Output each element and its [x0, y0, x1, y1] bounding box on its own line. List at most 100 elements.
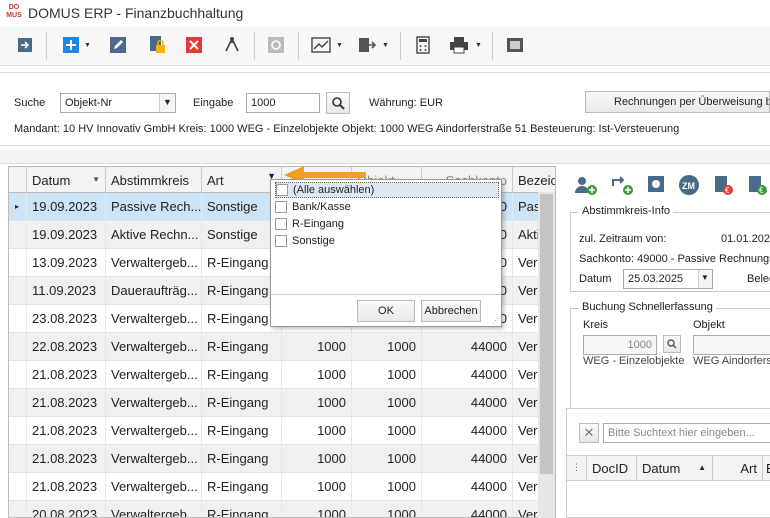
export-icon[interactable] [356, 34, 378, 56]
cell-sachkonto[interactable]: 44000 [422, 333, 513, 360]
col-header-bezeichnung[interactable]: Bezeich [513, 167, 555, 193]
cell-o[interactable]: 1000 [352, 333, 422, 360]
filter-item-r-eingang[interactable]: R-Eingang [275, 216, 344, 232]
checkbox[interactable] [275, 235, 287, 247]
kreis-input[interactable]: 1000 [583, 335, 657, 355]
zm-icon[interactable]: ZM [678, 174, 700, 196]
table-row[interactable]: 22.08.2023 Verwaltergeb... R-Eingang 1000 10… [9, 333, 555, 361]
delete-icon[interactable] [183, 34, 205, 56]
cell-datum[interactable]: 13.09.2023 [27, 249, 106, 276]
cell-abstimmkreis[interactable]: Aktive Rechn... [106, 221, 202, 248]
filter-item-bank-kasse[interactable]: Bank/Kasse [275, 199, 351, 215]
cell-art[interactable]: R-Eingang [202, 473, 282, 500]
filter-item-sonstige[interactable]: Sonstige [275, 233, 335, 249]
doc-col-e[interactable]: E [763, 456, 770, 480]
calculator-icon[interactable] [412, 34, 434, 56]
transfer-add-icon[interactable] [610, 174, 634, 196]
cell-k[interactable]: 1000 [282, 361, 352, 388]
col-header-abstimmkreis[interactable]: Abstimmkreis [106, 167, 202, 193]
cell-abstimmkreis[interactable]: Verwaltergeb... [106, 333, 202, 360]
doc-col-docid[interactable]: DocID [587, 456, 637, 480]
print-icon[interactable] [448, 34, 470, 56]
cell-o[interactable]: 1000 [352, 389, 422, 416]
filter-cancel-button[interactable]: Abbrechen [421, 300, 481, 322]
doc-col-art[interactable]: Art [713, 456, 763, 480]
cell-o[interactable]: 1000 [352, 473, 422, 500]
print-dropdown-icon[interactable]: ▼ [475, 42, 482, 49]
export-dropdown-icon[interactable]: ▼ [382, 42, 389, 49]
cell-abstimmkreis[interactable]: Verwaltergeb... [106, 501, 202, 517]
cell-abstimmkreis[interactable]: Daueraufträg... [106, 277, 202, 304]
transfer-invoices-button[interactable]: Rechnungen per Überweisung be [585, 91, 770, 113]
filter-ok-button[interactable]: OK [357, 300, 415, 322]
kreis-search-button[interactable] [663, 335, 681, 353]
add-icon[interactable] [60, 34, 82, 56]
cell-datum[interactable]: 21.08.2023 [27, 361, 106, 388]
cell-k[interactable]: 1000 [282, 473, 352, 500]
row-indicator[interactable] [9, 473, 27, 500]
add-person-icon[interactable] [574, 174, 598, 196]
view-icon[interactable] [504, 34, 526, 56]
cell-art[interactable]: R-Eingang [202, 417, 282, 444]
cell-abstimmkreis[interactable]: Verwaltergeb... [106, 389, 202, 416]
row-indicator[interactable] [9, 445, 27, 472]
row-indicator[interactable] [9, 333, 27, 360]
cell-o[interactable]: 1000 [352, 501, 422, 517]
row-indicator[interactable] [9, 305, 27, 332]
cell-datum[interactable]: 21.08.2023 [27, 445, 106, 472]
branch-icon[interactable] [221, 34, 243, 56]
document-icon[interactable] [646, 174, 666, 196]
filter-item-select-all[interactable]: (Alle auswählen) [275, 182, 499, 198]
checkbox[interactable] [275, 201, 287, 213]
cell-sachkonto[interactable]: 44000 [422, 417, 513, 444]
cell-art[interactable]: R-Eingang [202, 333, 282, 360]
chart-icon[interactable] [310, 34, 332, 56]
cell-abstimmkreis[interactable]: Verwaltergeb... [106, 473, 202, 500]
cell-sachkonto[interactable]: 44000 [422, 501, 513, 517]
cell-o[interactable]: 1000 [352, 445, 422, 472]
search-button[interactable] [326, 92, 350, 114]
cell-datum[interactable]: 19.09.2023 [27, 193, 106, 220]
cell-datum[interactable]: 20.08.2023 [27, 501, 106, 517]
cell-abstimmkreis[interactable]: Verwaltergeb... [106, 305, 202, 332]
chart-dropdown-icon[interactable]: ▼ [336, 42, 343, 49]
cell-datum[interactable]: 21.08.2023 [27, 417, 106, 444]
cell-k[interactable]: 1000 [282, 333, 352, 360]
table-row[interactable]: 21.08.2023 Verwaltergeb... R-Eingang 1000 10… [9, 473, 555, 501]
table-row[interactable]: 20.08.2023 Verwaltergeb... R-Eingang 1000 10… [9, 501, 555, 517]
cell-sachkonto[interactable]: 44000 [422, 389, 513, 416]
scrollbar-thumb[interactable] [540, 194, 553, 474]
cell-k[interactable]: 1000 [282, 501, 352, 517]
table-row[interactable]: 21.08.2023 Verwaltergeb... R-Eingang 1000 10… [9, 417, 555, 445]
cell-art[interactable]: R-Eingang [202, 389, 282, 416]
euro-add-icon[interactable]: € [746, 174, 768, 196]
row-indicator[interactable] [9, 249, 27, 276]
row-indicator[interactable] [9, 501, 27, 517]
doc-col-datum[interactable]: Datum ▲ [637, 456, 713, 480]
checkbox[interactable] [276, 184, 288, 196]
cell-o[interactable]: 1000 [352, 417, 422, 444]
row-indicator[interactable] [9, 361, 27, 388]
row-indicator[interactable]: ▸ [9, 193, 27, 220]
grid-scrollbar[interactable] [538, 192, 555, 518]
refresh-icon[interactable] [265, 34, 287, 56]
cell-abstimmkreis[interactable]: Passive Rech... [106, 193, 202, 220]
add-dropdown-icon[interactable]: ▼ [84, 42, 91, 49]
cell-k[interactable]: 1000 [282, 389, 352, 416]
cell-abstimmkreis[interactable]: Verwaltergeb... [106, 249, 202, 276]
table-row[interactable]: 21.08.2023 Verwaltergeb... R-Eingang 1000 10… [9, 361, 555, 389]
cell-o[interactable]: 1000 [352, 361, 422, 388]
cell-datum[interactable]: 19.09.2023 [27, 221, 106, 248]
euro-invoice-icon[interactable]: € [712, 174, 734, 196]
table-row[interactable]: 21.08.2023 Verwaltergeb... R-Eingang 1000 10… [9, 389, 555, 417]
cell-abstimmkreis[interactable]: Verwaltergeb... [106, 445, 202, 472]
cell-art[interactable]: R-Eingang [202, 445, 282, 472]
table-row[interactable]: 21.08.2023 Verwaltergeb... R-Eingang 1000 10… [9, 445, 555, 473]
row-indicator[interactable] [9, 417, 27, 444]
search-field-select[interactable]: Objekt-Nr ▼ [60, 93, 176, 113]
cell-datum[interactable]: 23.08.2023 [27, 305, 106, 332]
splitter[interactable] [0, 150, 770, 164]
chevron-down-icon[interactable]: ▼ [159, 94, 175, 112]
datum-input[interactable]: 25.03.2025 ▼ [623, 269, 713, 289]
cell-abstimmkreis[interactable]: Verwaltergeb... [106, 361, 202, 388]
